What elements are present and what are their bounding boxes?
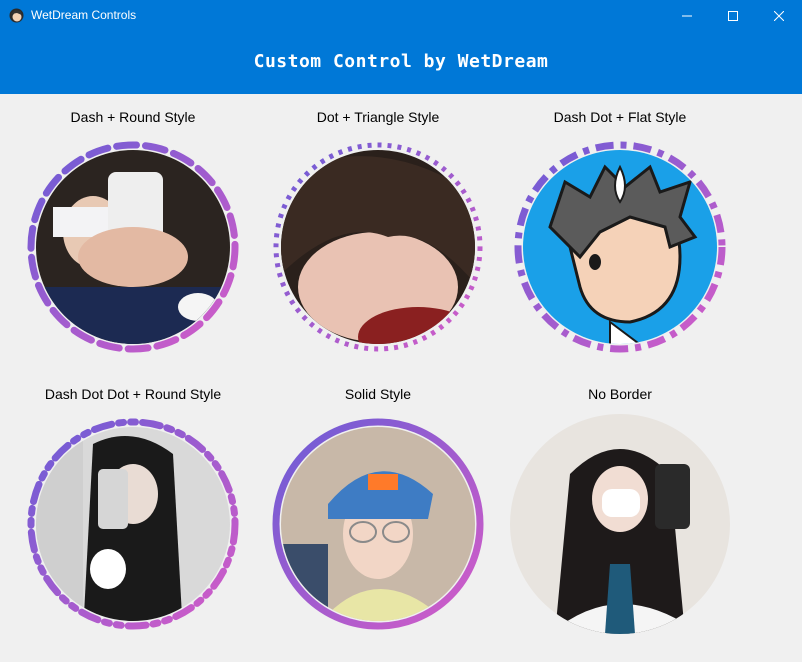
control-solid[interactable]: Solid Style bbox=[248, 386, 508, 641]
minimize-button[interactable] bbox=[664, 0, 710, 31]
control-dot-triangle[interactable]: Dot + Triangle Style bbox=[248, 109, 508, 364]
control-label: Dash Dot + Flat Style bbox=[553, 109, 687, 125]
control-label: Solid Style bbox=[344, 386, 412, 402]
photo-image bbox=[36, 150, 230, 344]
circular-picture[interactable] bbox=[23, 137, 243, 357]
photo-image bbox=[281, 427, 475, 621]
avatar-image bbox=[523, 150, 717, 344]
circular-picture[interactable] bbox=[268, 137, 488, 357]
control-no-border[interactable]: No Border bbox=[490, 386, 750, 641]
control-dashdot-flat[interactable]: Dash Dot + Flat Style bbox=[490, 109, 750, 364]
control-dashdotdot-round[interactable]: Dash Dot Dot + Round Style bbox=[3, 386, 263, 641]
maximize-button[interactable] bbox=[710, 0, 756, 31]
circular-picture[interactable] bbox=[23, 414, 243, 634]
photo-image bbox=[510, 414, 730, 634]
circular-picture[interactable] bbox=[510, 414, 730, 634]
control-label: Dash Dot Dot + Round Style bbox=[44, 386, 222, 402]
control-label: No Border bbox=[588, 386, 652, 402]
control-label: Dash + Round Style bbox=[70, 109, 196, 125]
circular-picture[interactable] bbox=[510, 137, 730, 357]
header-title: Custom Control by WetDream bbox=[253, 51, 549, 72]
window-title: WetDream Controls bbox=[31, 8, 137, 22]
circular-picture[interactable] bbox=[268, 414, 488, 634]
photo-image bbox=[36, 427, 230, 621]
close-icon bbox=[774, 10, 784, 21]
close-button[interactable] bbox=[756, 0, 802, 31]
header-panel: Custom Control by WetDream bbox=[0, 31, 802, 94]
title-bar[interactable]: WetDream Controls bbox=[0, 0, 802, 31]
maximize-icon bbox=[728, 10, 738, 21]
control-label: Dot + Triangle Style bbox=[316, 109, 440, 125]
photo-image bbox=[281, 150, 475, 344]
minimize-icon bbox=[682, 15, 692, 16]
control-dash-round[interactable]: Dash + Round Style bbox=[3, 109, 263, 364]
app-icon bbox=[9, 8, 24, 23]
